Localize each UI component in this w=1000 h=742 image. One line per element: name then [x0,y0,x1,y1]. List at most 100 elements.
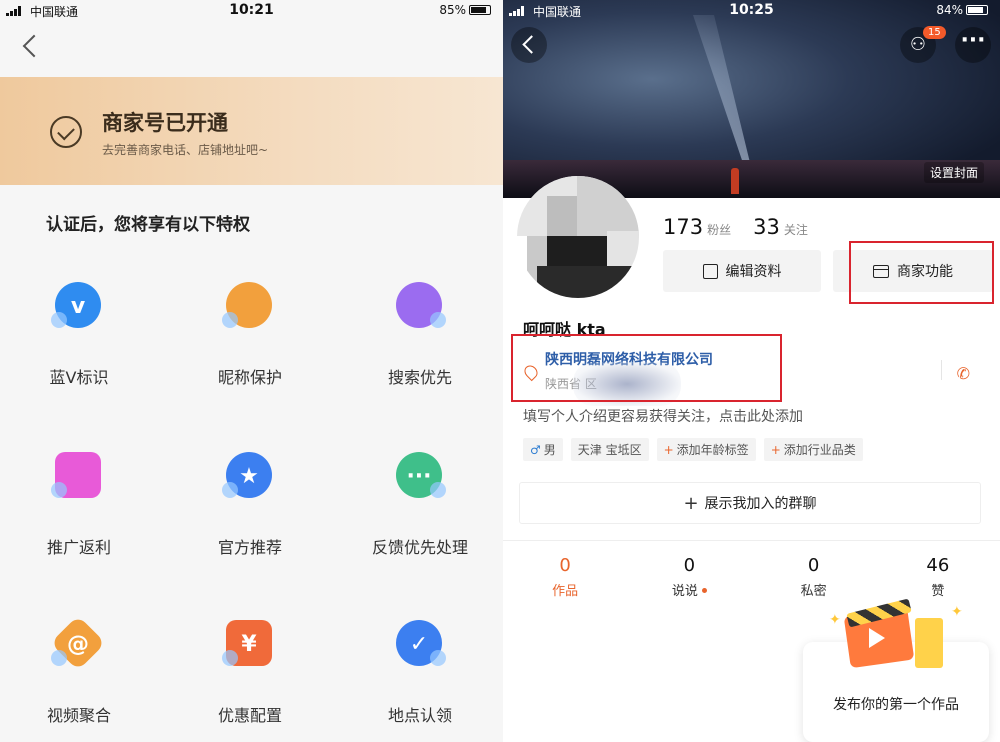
perk-item: 搜索优先 [340,282,500,388]
at-hexagon-icon: @ [50,615,106,672]
perk-item: ★ 官方推荐 [170,452,330,558]
content-tabs: 0 作品 0 说说 0 私密 46 赞 [503,555,1000,599]
status-bar: 中国联通 10:25 84% [503,0,1000,22]
perk-label: 推广返利 [46,538,111,557]
coupon-yen-icon: ¥ [222,620,276,672]
film-icon [915,618,943,668]
plus-icon: + [770,443,781,457]
tab-label-wrap: 说说 [627,580,751,599]
publish-label: 发布你的第一个作品 [833,697,959,713]
show-groups-label: 展示我加入的群聊 [704,496,817,512]
tab-label: 说说 [671,584,698,599]
tag-text: 添加年龄标签 [676,443,749,457]
tab-count: 0 [807,555,820,576]
clock: 10:25 [729,2,774,18]
right-screen: 中国联通 10:25 84% ⚇ 15 ··· 设置封面 173 粉丝 33 关注 编… [503,0,1000,742]
perk-item: ··· 反馈优先处理 [340,452,500,558]
tab-label: 赞 [931,584,945,599]
tab-label: 私密 [800,584,827,599]
followers-label: 粉丝 [707,223,732,237]
sparkle-icon: ✦ [951,604,963,620]
perk-label: 反馈优先处理 [371,538,468,557]
edit-icon [702,263,718,279]
check-circle-icon [50,116,82,148]
search-magnifier-icon [394,282,446,334]
show-groups-button[interactable]: + 展示我加入的群聊 [519,482,981,524]
perk-item: ✓ 地点认领 [340,620,500,726]
status-bar: 中国联通 10:21 85% [0,0,503,22]
battery-icon [469,5,491,15]
left-screen: 中国联通 10:21 85% 商家号已开通 去完善商家电话、店铺地址吧~ 认证后… [0,0,503,742]
plus-icon: + [663,443,674,457]
tab-label-wrap: 作品 [503,580,627,599]
male-icon: ♂ [530,443,541,457]
battery-indicator: 84% [936,3,988,17]
perk-item: ¥ 优惠配置 [170,620,330,726]
back-chevron-icon[interactable] [511,27,547,63]
tab-label-wrap: 私密 [752,580,876,599]
merchant-activated-banner[interactable]: 商家号已开通 去完善商家电话、店铺地址吧~ [0,77,503,185]
sparkle-icon: ✦ [829,612,841,628]
set-cover-button[interactable]: 设置封面 [923,162,984,183]
followers-count: 173 [663,215,704,239]
tab-label: 作品 [552,584,579,599]
cover-person [731,168,739,194]
banner-title: 商家号已开通 [102,111,228,135]
tag-text: 男 [543,443,556,457]
star-bookmark-icon: ★ [222,452,276,504]
battery-percent: 84% [936,3,963,17]
edit-profile-button[interactable]: 编辑资料 [663,250,821,292]
tab-label-wrap: 赞 [876,580,1000,599]
tab-0[interactable]: 0 作品 [503,555,627,599]
back-chevron-icon[interactable] [22,34,46,58]
edit-profile-label: 编辑资料 [725,264,782,280]
tab-count: 0 [559,555,571,576]
add-tag-button[interactable]: + 添加行业品类 [763,438,863,461]
avatar[interactable] [517,176,639,298]
clock: 10:21 [229,2,274,18]
perk-label: 地点认领 [387,706,452,725]
location-check-icon: ✓ [394,620,446,672]
blue-v-icon: v [51,282,105,334]
section-divider [503,540,1000,541]
tab-2[interactable]: 0 私密 [752,555,876,599]
perk-label: 官方推荐 [217,538,282,557]
perks-heading: 认证后，您将享有以下特权 [46,215,250,235]
profile-tag: ♂ 男 [523,438,563,461]
battery-percent: 85% [439,3,466,17]
banner-subtitle: 去完善商家电话、店铺地址吧~ [102,143,269,157]
add-tag-button[interactable]: + 添加年龄标签 [656,438,756,461]
battery-indicator: 85% [439,3,491,17]
bio-prompt[interactable]: 填写个人介绍更容易获得关注，点击此处添加 [523,406,803,426]
flashlight-beam [693,15,753,175]
merchant-highlight-box [849,241,994,304]
following-label: 关注 [783,223,808,237]
play-icon [869,628,885,648]
tag-text: 添加行业品类 [783,443,856,457]
perk-label: 搜索优先 [387,368,452,387]
battery-icon [966,5,988,15]
friend-request-badge: 15 [923,26,946,39]
tab-count: 0 [683,555,696,576]
perk-label: 蓝V标识 [49,368,109,387]
perk-label: 优惠配置 [217,706,282,725]
tab-count: 46 [926,555,950,576]
phone-icon[interactable]: ✆ [957,364,970,383]
profile-tag: 天津 宝坻区 [570,438,649,461]
following-count: 33 [753,215,780,239]
follow-stats: 173 粉丝 33 关注 [663,215,808,239]
more-options-icon[interactable]: ··· [955,27,991,63]
person-shield-icon [222,282,276,334]
shopping-bag-icon [51,452,105,504]
perk-item: v 蓝V标识 [0,282,159,388]
tab-3[interactable]: 46 赞 [876,555,1000,599]
perk-label: 视频聚合 [46,706,111,725]
perk-item: 昵称保护 [170,282,330,388]
tab-1[interactable]: 0 说说 [627,555,751,599]
tag-text: 天津 宝坻区 [577,443,642,457]
perk-item: 推广返利 [0,452,159,558]
chat-bubble-icon: ··· [394,452,446,504]
plus-icon: + [683,492,699,514]
divider [941,360,942,380]
perk-item: @ 视频聚合 [0,615,159,726]
